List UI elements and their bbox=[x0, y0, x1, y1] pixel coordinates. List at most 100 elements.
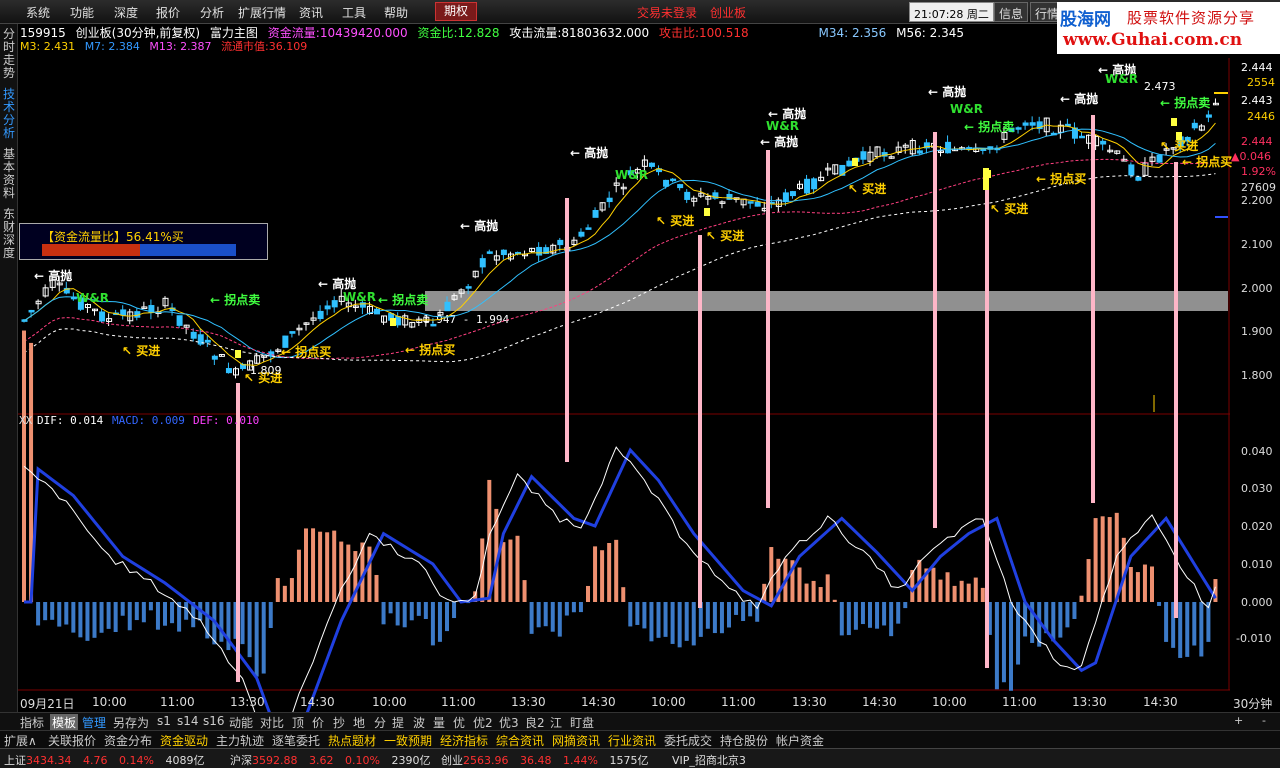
macd-bar bbox=[571, 602, 576, 613]
status-index-gem[interactable]: 创业2563.96 36.48 1.44% 1575亿 bbox=[441, 752, 648, 768]
function-tab[interactable]: 经济指标 bbox=[440, 732, 488, 749]
indicator-tab[interactable]: 提 bbox=[392, 714, 404, 731]
macd-bar bbox=[727, 602, 731, 628]
status-sh-pct: 0.14% bbox=[119, 754, 154, 767]
indicator-tab[interactable]: 盯盘 bbox=[570, 714, 594, 731]
indicator-tab[interactable]: 分 bbox=[374, 714, 386, 731]
chart-annotation: ↖ 买进 bbox=[1160, 138, 1198, 153]
sell-ratio-bar bbox=[140, 244, 236, 256]
price-tick: 1.800 bbox=[1241, 369, 1273, 382]
candle-body bbox=[663, 179, 670, 187]
macd-histogram bbox=[22, 330, 1218, 691]
function-tab[interactable]: 关联报价 bbox=[48, 732, 96, 749]
macd-bar bbox=[1135, 572, 1140, 602]
indicator-tab[interactable]: 地 bbox=[353, 714, 365, 731]
candle-body bbox=[747, 201, 754, 204]
macd-bar bbox=[973, 577, 978, 602]
candle-body bbox=[789, 191, 796, 197]
function-tab[interactable]: 热点题材 bbox=[328, 732, 376, 749]
function-tab[interactable]: 委托成交 bbox=[664, 732, 712, 749]
indicator-tab[interactable]: 抄 bbox=[333, 714, 345, 731]
status-index-sh[interactable]: 上证3434.34 4.76 0.14% 4089亿 bbox=[4, 752, 204, 768]
macd-bar bbox=[1065, 602, 1070, 628]
fund-flow-ratio-label: 【资金流量比】56.41%买 bbox=[42, 230, 184, 244]
function-tab[interactable]: 帐户资金 bbox=[776, 732, 824, 749]
macd-bar bbox=[832, 599, 837, 602]
buy-marker bbox=[852, 158, 858, 166]
candle-body bbox=[1100, 140, 1107, 145]
indicator-tab[interactable]: 对比 bbox=[260, 714, 284, 731]
buy-marker bbox=[704, 208, 710, 216]
time-tick: 14:30 bbox=[300, 695, 335, 709]
zoom-out-button[interactable]: - bbox=[1262, 714, 1266, 727]
function-tab[interactable]: 综合资讯 bbox=[496, 732, 544, 749]
macd-bar bbox=[148, 602, 153, 611]
indicator-tab[interactable]: 优3 bbox=[499, 714, 519, 731]
macd-bar bbox=[381, 602, 386, 625]
overlay-percent: 1.92% bbox=[1241, 165, 1276, 178]
chart-annotation: ← 高抛 bbox=[318, 276, 356, 291]
macd-bar bbox=[564, 602, 569, 616]
macd-bar bbox=[1157, 602, 1162, 606]
function-tab[interactable]: 资金分布 bbox=[104, 732, 152, 749]
function-tab[interactable]: 网摘资讯 bbox=[552, 732, 600, 749]
indicator-tab[interactable]: s14 bbox=[177, 714, 199, 728]
indicator-tab[interactable]: 价 bbox=[312, 714, 324, 731]
zoom-in-button[interactable]: + bbox=[1234, 714, 1243, 727]
price-tick: 2.000 bbox=[1241, 282, 1273, 295]
function-tab[interactable]: 资金驱动 bbox=[160, 732, 208, 749]
function-tab[interactable]: 扩展∧ bbox=[4, 732, 37, 749]
macd-bar bbox=[839, 602, 844, 636]
price-tick: 2.443 bbox=[1241, 94, 1273, 107]
function-tab[interactable]: 一致预期 bbox=[384, 732, 432, 749]
status-gem-value: 2563.96 bbox=[463, 754, 509, 767]
macd-bar bbox=[853, 602, 858, 630]
period-label[interactable]: 30分钟 bbox=[1233, 695, 1272, 712]
candle-body bbox=[395, 315, 402, 326]
chart-annotation: ← 拐点买 bbox=[281, 344, 331, 359]
chart-annotation: ← 拐点买 bbox=[1182, 154, 1232, 169]
indicator-tab[interactable]: 良2 bbox=[525, 714, 545, 731]
macd-bar bbox=[818, 587, 823, 602]
function-tab[interactable]: 行业资讯 bbox=[608, 732, 656, 749]
indicator-tab[interactable]: s1 bbox=[157, 714, 171, 728]
candle-body bbox=[782, 192, 789, 203]
function-tab[interactable]: 主力轨迹 bbox=[216, 732, 264, 749]
function-tab[interactable]: 逐笔委托 bbox=[272, 732, 320, 749]
macd-bar bbox=[952, 585, 957, 602]
macd-bar bbox=[92, 602, 97, 638]
indicator-tab[interactable]: 管理 bbox=[82, 714, 106, 731]
indicator-tab[interactable]: 指标 bbox=[20, 714, 44, 731]
indicator-tab[interactable]: 顶 bbox=[292, 714, 304, 731]
macd-bar bbox=[113, 602, 118, 632]
indicator-tab[interactable]: s16 bbox=[203, 714, 225, 728]
macd-prefix: XX bbox=[19, 414, 33, 427]
indicator-tab[interactable]: 优 bbox=[453, 714, 465, 731]
macd-bar bbox=[550, 602, 555, 632]
indicator-tab[interactable]: 波 bbox=[413, 714, 425, 731]
server-name[interactable]: VIP_招商北京3 bbox=[672, 752, 746, 768]
macd-bar bbox=[430, 602, 435, 646]
high-price-label: 2.473 bbox=[1144, 80, 1176, 93]
candle-body bbox=[211, 355, 218, 360]
price-tick: 2.444 bbox=[1241, 61, 1273, 74]
indicator-tab[interactable]: 模板 bbox=[50, 714, 79, 731]
buy-marker bbox=[1176, 132, 1182, 140]
indicator-tab[interactable]: 量 bbox=[433, 714, 445, 731]
macd-bar bbox=[402, 602, 407, 628]
chart-canvas[interactable]: 1.947 - 1.994 ← 高抛← 高抛← 高抛← 高抛← 高抛← 高抛← … bbox=[0, 0, 1280, 768]
indicator-tab[interactable]: 江 bbox=[550, 714, 562, 731]
status-sh-change: 4.76 bbox=[83, 754, 108, 767]
macd-bar bbox=[557, 602, 562, 637]
macd-bar bbox=[966, 583, 971, 602]
indicator-tab[interactable]: 另存为 bbox=[113, 714, 149, 731]
macd-bar bbox=[170, 602, 175, 624]
status-hs-change: 3.62 bbox=[309, 754, 334, 767]
macd-bar bbox=[64, 602, 69, 625]
indicator-tab[interactable]: 优2 bbox=[473, 714, 493, 731]
indicator-tab[interactable]: 动能 bbox=[229, 714, 253, 731]
function-tab[interactable]: 持仓股份 bbox=[720, 732, 768, 749]
status-index-hs[interactable]: 沪深3592.88 3.62 0.10% 2390亿 bbox=[230, 752, 430, 768]
status-hs-pct: 0.10% bbox=[345, 754, 380, 767]
macd-bar bbox=[811, 580, 816, 602]
